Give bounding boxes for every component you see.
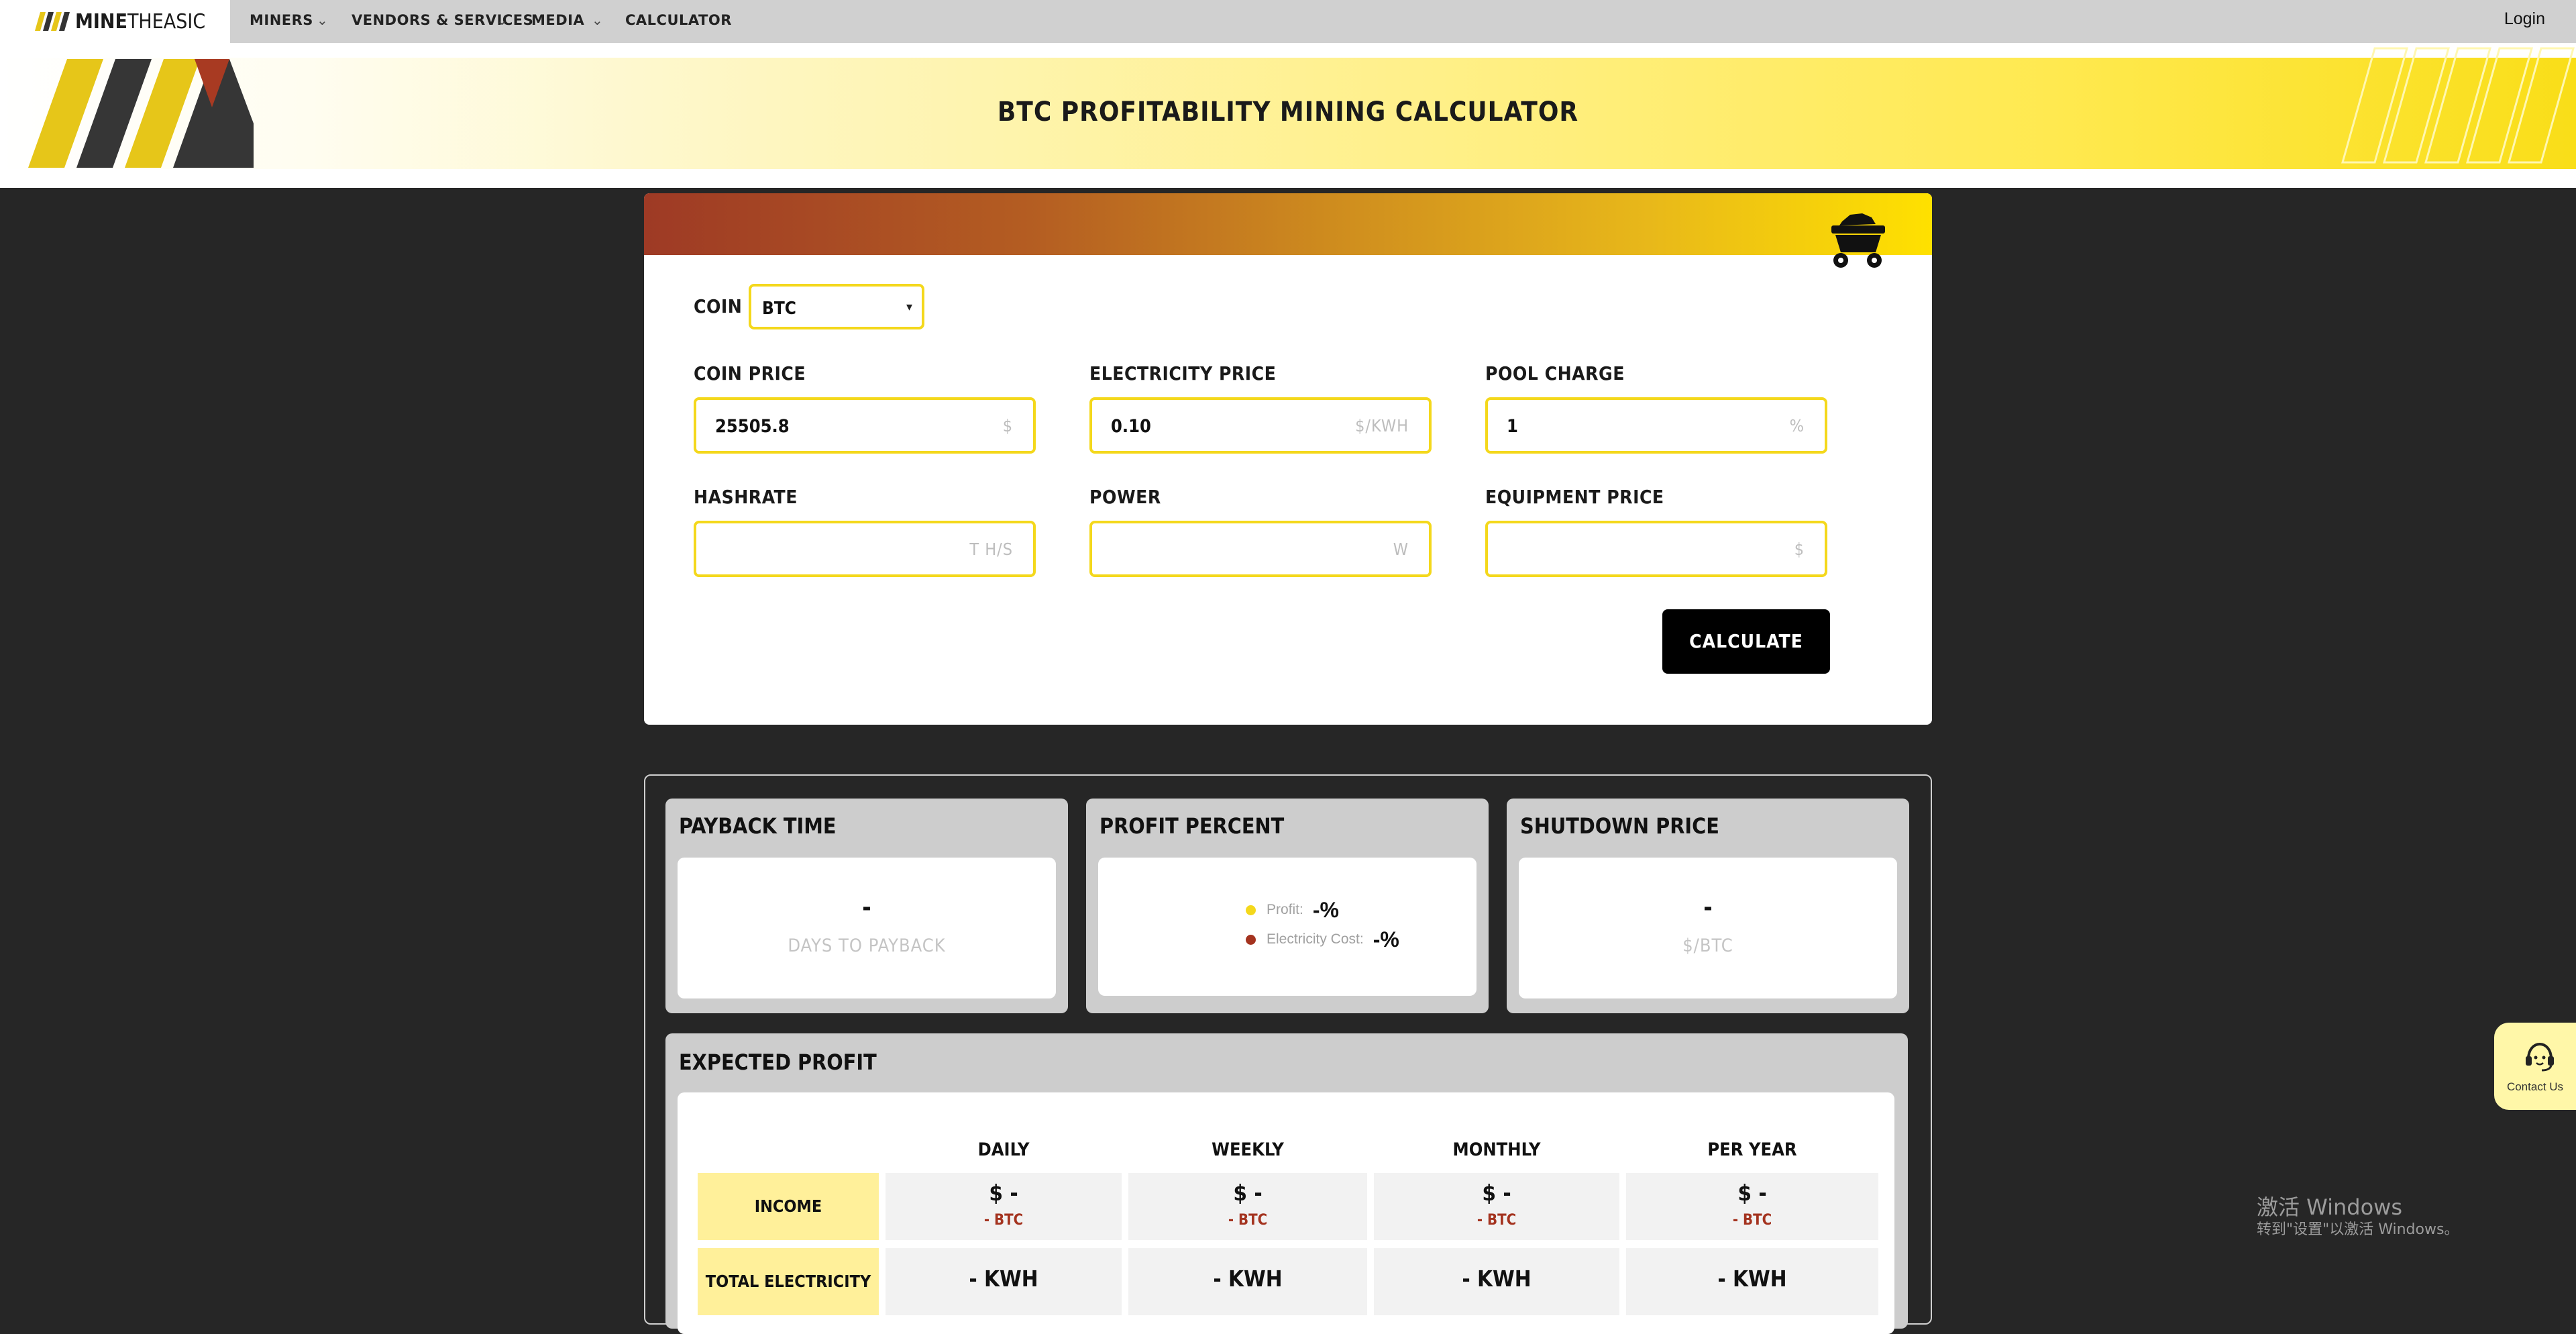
shutdown-value: -: [1703, 894, 1713, 921]
contact-us-label: Contact Us: [2506, 1080, 2564, 1093]
shutdown-price-title: SHUTDOWN PRICE: [1520, 813, 1719, 839]
unit-label: $: [1794, 540, 1805, 559]
calculator-form-card: COIN BTC ▾ COIN PRICE 25505.8 $ ELECTRIC…: [644, 193, 1932, 725]
electricity-monthly-cell: - KWH: [1374, 1248, 1619, 1315]
payback-time-panel: PAYBACK TIME - DAYS TO PAYBACK: [665, 799, 1068, 1013]
power-input[interactable]: W: [1089, 521, 1432, 577]
equipment-price-input[interactable]: $: [1485, 521, 1827, 577]
electricity-weekly-cell: - KWH: [1128, 1248, 1367, 1315]
brand-name: MINETHEASIC: [75, 10, 206, 34]
brand-logo[interactable]: MINETHEASIC: [0, 0, 230, 43]
expected-profit-table: DAILY WEEKLY MONTHLY PER YEAR INCOME $ -…: [678, 1092, 1894, 1334]
chevron-down-icon[interactable]: ⌄: [592, 12, 603, 29]
column-header-monthly: MONTHLY: [1452, 1139, 1541, 1160]
chevron-down-icon[interactable]: ⌄: [496, 12, 508, 29]
windows-activation-hint: 转到"设置"以激活 Windows。: [2257, 1221, 2459, 1238]
nav-media[interactable]: MEDIA: [531, 12, 584, 28]
payback-sub-label: DAYS TO PAYBACK: [788, 935, 946, 956]
page-banner: BTC PROFITABILITY MINING CALCULATOR: [0, 43, 2576, 188]
column-header-daily: DAILY: [977, 1139, 1030, 1160]
unit-label: $: [1002, 416, 1013, 435]
contact-us-button[interactable]: Contact Us: [2494, 1023, 2576, 1110]
calculate-button[interactable]: CALCULATE: [1662, 609, 1830, 674]
electricity-price-label: ELECTRICITY PRICE: [1089, 362, 1277, 384]
unit-label: $/KWH: [1355, 416, 1409, 435]
equipment-price-label: EQUIPMENT PRICE: [1485, 486, 1664, 508]
electricity-cost-legend: Electricity Cost: -%: [1246, 927, 1399, 952]
nav-miners[interactable]: MINERS: [250, 12, 313, 28]
unit-label: T H/S: [969, 540, 1013, 559]
unit-label: %: [1789, 416, 1805, 435]
electricity-cost-value: -%: [1373, 927, 1399, 952]
profit-percent-title: PROFIT PERCENT: [1099, 813, 1285, 839]
profit-dot-icon: [1246, 905, 1256, 915]
unit-label: W: [1393, 540, 1409, 559]
income-per-year-cell: $ - - BTC: [1626, 1173, 1878, 1240]
pool-charge-label: POOL CHARGE: [1485, 362, 1625, 384]
coin-label: COIN: [694, 295, 743, 317]
page-title: BTC PROFITABILITY MINING CALCULATOR: [997, 97, 1579, 127]
electricity-dot-icon: [1246, 935, 1256, 945]
profit-percent-panel: PROFIT PERCENT Profit: -% Electricity Cos…: [1086, 799, 1489, 1013]
hashrate-input[interactable]: T H/S: [694, 521, 1036, 577]
expected-profit-title: EXPECTED PROFIT: [679, 1049, 877, 1075]
electricity-per-year-cell: - KWH: [1626, 1248, 1878, 1315]
hashrate-label: HASHRATE: [694, 486, 798, 508]
minetheasic-logo-icon: [35, 12, 70, 31]
column-header-per-year: PER YEAR: [1707, 1139, 1797, 1160]
power-label: POWER: [1089, 486, 1161, 508]
pool-charge-input[interactable]: 1 %: [1485, 397, 1827, 454]
caret-down-icon: ▾: [906, 300, 912, 313]
coin-price-input[interactable]: 25505.8 $: [694, 397, 1036, 454]
expected-profit-panel: EXPECTED PROFIT DAILY WEEKLY MONTHLY PER…: [665, 1033, 1908, 1334]
results-section: PAYBACK TIME - DAYS TO PAYBACK PROFIT PE…: [644, 774, 1932, 1334]
card-header-strip: [644, 193, 1932, 255]
chevron-down-icon[interactable]: ⌄: [317, 12, 328, 29]
shutdown-sub-label: $/BTC: [1682, 935, 1733, 956]
headset-icon: [2526, 1042, 2554, 1072]
payback-time-title: PAYBACK TIME: [679, 813, 837, 839]
row-header-total-electricity: TOTAL ELECTRICITY: [698, 1248, 879, 1315]
shutdown-price-panel: SHUTDOWN PRICE - $/BTC: [1507, 799, 1909, 1013]
coin-select[interactable]: BTC ▾: [749, 284, 924, 329]
top-navigation: MINETHEASIC MINERS ⌄ VENDORS & SERVICES …: [0, 0, 2576, 43]
mining-cart-icon: [1831, 213, 1885, 268]
profit-legend: Profit: -%: [1246, 898, 1339, 923]
income-monthly-cell: $ - - BTC: [1374, 1173, 1619, 1240]
coin-price-label: COIN PRICE: [694, 362, 806, 384]
column-header-weekly: WEEKLY: [1212, 1139, 1284, 1160]
income-daily-cell: $ - - BTC: [885, 1173, 1122, 1240]
banner-decoration-icon: [2341, 47, 2575, 164]
profit-value: -%: [1312, 898, 1339, 922]
login-link[interactable]: Login: [2504, 9, 2545, 29]
row-header-income: INCOME: [698, 1173, 879, 1240]
payback-value: -: [862, 894, 871, 921]
electricity-daily-cell: - KWH: [885, 1248, 1122, 1315]
coin-select-value: BTC: [762, 299, 796, 319]
income-weekly-cell: $ - - BTC: [1128, 1173, 1367, 1240]
electricity-price-input[interactable]: 0.10 $/KWH: [1089, 397, 1432, 454]
nav-calculator[interactable]: CALCULATOR: [625, 12, 732, 28]
